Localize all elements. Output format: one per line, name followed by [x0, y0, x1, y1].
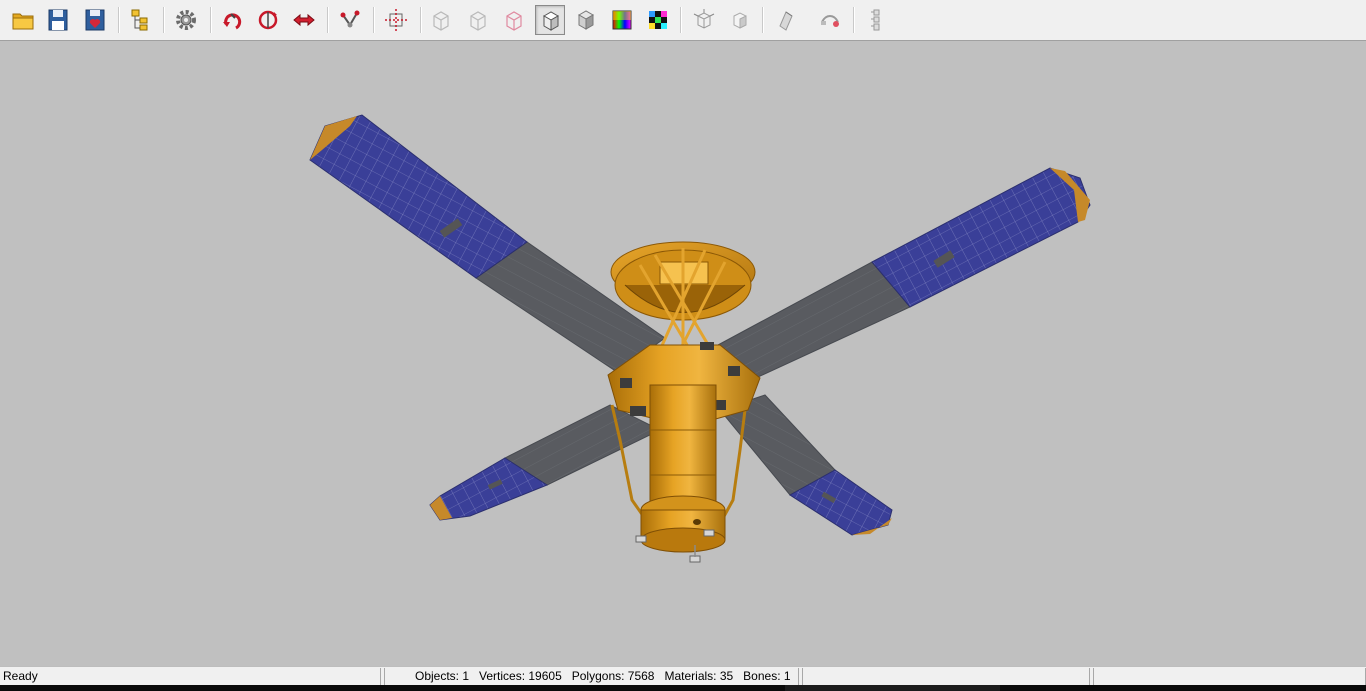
status-pane-4 [1093, 668, 1366, 685]
light-icon [779, 11, 793, 31]
pan-arrow-icon [293, 13, 315, 27]
toolbar-separator [118, 7, 120, 33]
solid-cube-white-icon [542, 11, 560, 31]
toolbar-separator [163, 7, 165, 33]
status-ready-pane: Ready [0, 668, 381, 685]
satellite-bus [607, 241, 761, 563]
normals-button[interactable] [689, 5, 719, 35]
floppy-disk-icon [48, 9, 68, 31]
status-stats-text: Objects: 1 Vertices: 19605 Polygons: 756… [415, 669, 791, 683]
save-button[interactable] [43, 5, 73, 35]
wireframe-light-button[interactable] [426, 5, 456, 35]
solid-cube-gray-icon [577, 10, 595, 30]
pan-button[interactable] [289, 5, 319, 35]
flat-shading-button[interactable] [535, 5, 565, 35]
toolbar-separator [373, 7, 375, 33]
floppy-heart-icon [85, 9, 105, 31]
backface-button[interactable] [725, 5, 755, 35]
bones-button[interactable] [335, 5, 365, 35]
solar-panel-upper-right [717, 167, 1091, 384]
smooth-shading-button[interactable] [571, 5, 601, 35]
toolbar-separator [210, 7, 212, 33]
texture-button[interactable] [643, 5, 673, 35]
wireframe-cube-pink-icon [506, 11, 522, 31]
status-bar: Ready Objects: 1 Vertices: 19605 Polygon… [0, 666, 1366, 685]
gear-icon [176, 10, 196, 30]
center-cross-icon [385, 9, 407, 31]
status-pane-3 [802, 668, 1090, 685]
camera-path-icon [821, 15, 839, 27]
status-ready-text: Ready [3, 669, 38, 683]
cube-face-icon [733, 12, 747, 29]
color-spectrum-cube-icon [612, 10, 632, 30]
material-shading-button[interactable] [607, 5, 637, 35]
camera-button[interactable] [815, 5, 845, 35]
skeleton-chain-icon [871, 9, 880, 31]
orbit-circle-icon [258, 10, 278, 30]
skeleton-button[interactable] [861, 5, 891, 35]
satellite-model [309, 114, 1091, 563]
toolbar-separator [327, 7, 329, 33]
status-stats-pane: Objects: 1 Vertices: 19605 Polygons: 756… [384, 668, 799, 685]
settings-button[interactable] [171, 5, 201, 35]
folder-icon [12, 13, 34, 30]
wireframe-cube-icon [433, 11, 449, 31]
wireframe-color-button[interactable] [499, 5, 529, 35]
orbit-button[interactable] [253, 5, 283, 35]
toolbar-separator [680, 7, 682, 33]
toolbar-separator [762, 7, 764, 33]
toolbar-separator [420, 7, 422, 33]
cube-normals-icon [693, 9, 715, 29]
toolbar-separator [853, 7, 855, 33]
save-as-button[interactable] [80, 5, 110, 35]
3d-viewport[interactable] [0, 42, 1366, 666]
solar-panel-lower-right [719, 394, 893, 536]
taskbar-edge [0, 685, 1366, 691]
center-view-button[interactable] [381, 5, 411, 35]
rotate-button[interactable] [217, 5, 247, 35]
wireframe-cube-icon [470, 11, 486, 31]
bone-joint-icon [340, 10, 360, 28]
lighting-button[interactable] [771, 5, 801, 35]
open-file-button[interactable] [8, 5, 38, 35]
rotate-arrow-icon [223, 13, 242, 30]
main-toolbar [0, 0, 1366, 41]
tree-hierarchy-icon [131, 9, 148, 31]
checker-cube-icon [649, 11, 667, 29]
solar-panel-upper-left [309, 114, 666, 373]
wireframe-gray-button[interactable] [463, 5, 493, 35]
hierarchy-button[interactable] [125, 5, 155, 35]
